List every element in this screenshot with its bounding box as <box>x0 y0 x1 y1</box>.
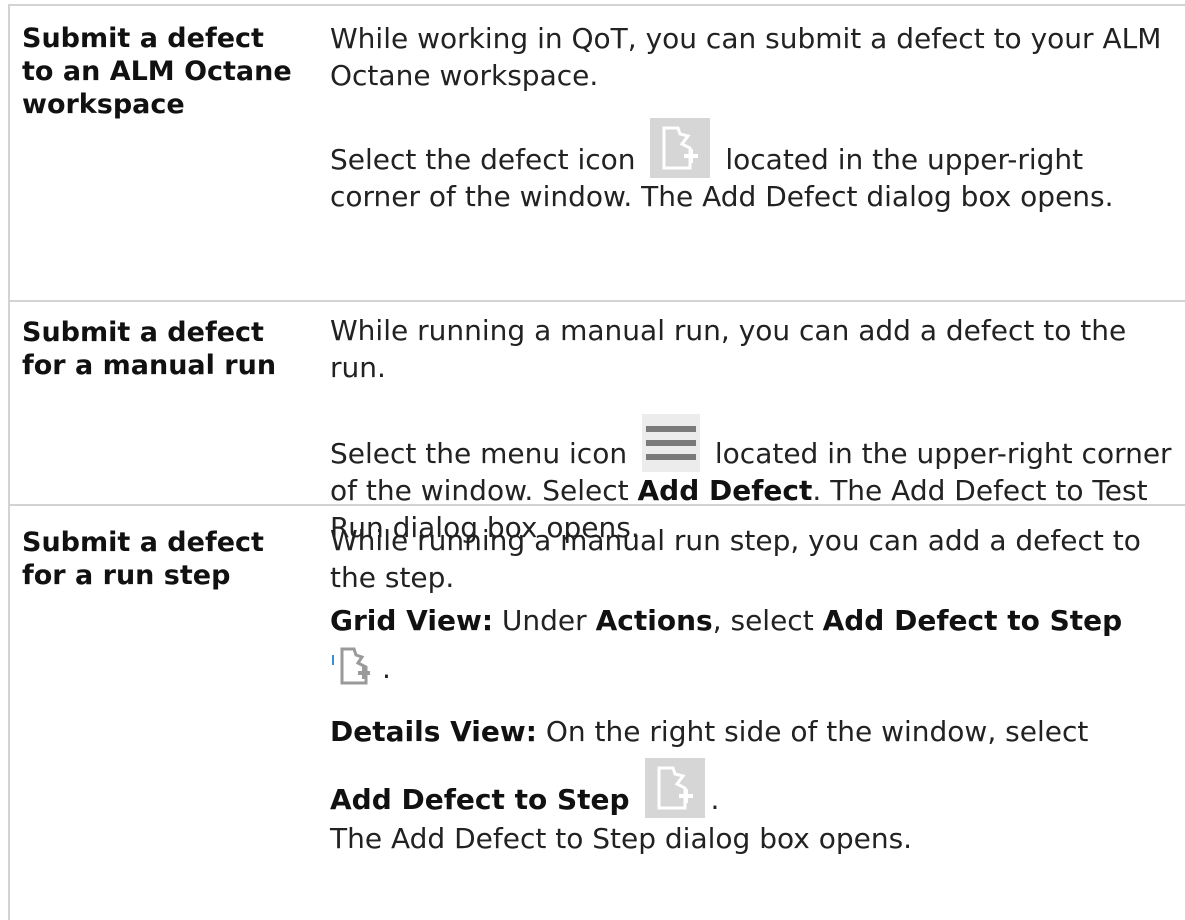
defect-icon <box>650 118 711 178</box>
grid-view-paragraph: Grid View: Under Actions, select Add Def… <box>330 604 1123 637</box>
paragraph: Select the defect icon located in the up… <box>330 118 1180 215</box>
row-heading: Submit a defect to an ALM Octane workspa… <box>22 23 292 120</box>
row-heading: Submit a defect for a run step <box>22 527 264 591</box>
table-row: Submit a defect to an ALM Octane workspa… <box>8 4 1185 300</box>
details-view-paragraph: Details View: On the right side of the w… <box>330 715 1089 748</box>
paragraph: The Add Defect to Step dialog box opens. <box>330 822 913 855</box>
paragraph: Add Defect to Step . <box>330 758 1180 818</box>
paragraph: While running a manual run step, you can… <box>330 524 1141 594</box>
add-defect-to-step-icon <box>332 643 380 687</box>
table-row: Submit a defect for a run step While run… <box>8 504 1185 920</box>
table-row: Submit a defect for a manual run While r… <box>8 300 1185 544</box>
row-heading: Submit a defect for a manual run <box>22 317 277 381</box>
paragraph: . <box>330 643 1180 693</box>
paragraph: While working in QoT, you can submit a d… <box>330 22 1162 92</box>
row-description: While running a manual run step, you can… <box>330 522 1180 857</box>
defect-icon <box>644 758 705 818</box>
menu-icon <box>641 414 700 472</box>
column-divider <box>316 4 318 920</box>
paragraph: While running a manual run, you can add … <box>330 314 1127 384</box>
row-description: While working in QoT, you can submit a d… <box>330 20 1180 215</box>
